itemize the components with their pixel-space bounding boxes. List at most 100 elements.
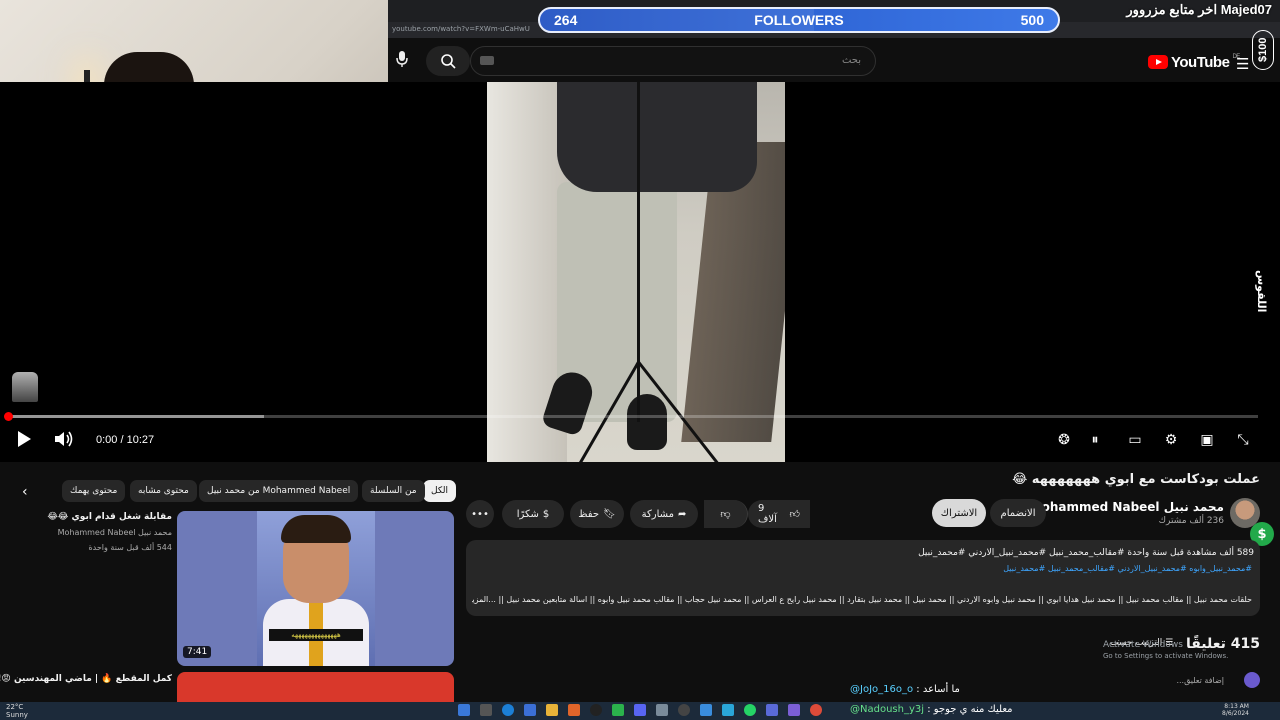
thanks-button[interactable]: شكرًا $ xyxy=(502,500,564,528)
subtitles-button[interactable]: ▭ xyxy=(1124,430,1146,450)
join-button[interactable]: الانضمام xyxy=(990,499,1046,527)
miniplayer-ai-button[interactable]: ❂ xyxy=(1053,430,1075,450)
chrome-icon[interactable] xyxy=(810,704,822,716)
thanks-label: شكرًا xyxy=(516,508,539,520)
chip-from-series[interactable]: من السلسلة xyxy=(362,480,425,502)
share-label: مشاركة xyxy=(641,508,674,520)
followers-current: 264 xyxy=(554,12,578,28)
chat-username: @Nadoush_y3j xyxy=(850,704,925,715)
join-label: الانضمام xyxy=(1000,507,1036,519)
donation-amount: $100 xyxy=(1252,30,1274,70)
search-button[interactable] xyxy=(426,46,470,76)
autoplay-toggle[interactable]: ⏸ xyxy=(1084,430,1106,450)
app-icon[interactable] xyxy=(612,704,624,716)
volume-button[interactable] xyxy=(54,430,74,450)
search-taskbar-icon[interactable] xyxy=(480,704,492,716)
app6-icon[interactable] xyxy=(788,704,800,716)
save-button[interactable]: حفظ 🔖︎ xyxy=(570,500,624,528)
search-input[interactable]: بحث xyxy=(470,46,876,76)
play-icon xyxy=(18,431,31,447)
sparkle-icon: ❂ xyxy=(1058,432,1070,448)
like-count: 9 آلاف xyxy=(758,503,777,525)
add-comment-input[interactable]: إضافة تعليق... xyxy=(1176,676,1224,685)
video-frame[interactable] xyxy=(487,82,785,462)
theater-icon: ▣ xyxy=(1200,432,1214,448)
screen: youtube.com/watch?v=FXWm-uCaHwU 264 FOLL… xyxy=(0,0,1280,720)
more-actions-button[interactable]: ••• xyxy=(466,500,494,528)
explorer-icon[interactable] xyxy=(546,704,558,716)
taskbar-clock[interactable]: 8:13 AM 8/6/2024 xyxy=(1222,703,1249,717)
volume-icon xyxy=(55,431,73,447)
followers-goal: 500 xyxy=(1020,12,1044,28)
channel-watermark-icon xyxy=(12,372,38,402)
telegram-icon[interactable] xyxy=(722,704,734,716)
chips-prev-arrow-icon[interactable]: ‹ xyxy=(22,484,28,500)
more-icon: ••• xyxy=(471,508,489,520)
subscribe-label: الاشتراك xyxy=(940,507,978,519)
brave-icon[interactable] xyxy=(568,704,580,716)
chip-related[interactable]: محتوى مشابه xyxy=(130,480,197,502)
search-icon xyxy=(441,54,456,69)
last-follower-label: اخر متابع مزروور Majed07 xyxy=(1126,2,1272,17)
recommended-duration: 7:41 xyxy=(183,646,212,658)
app4-icon[interactable] xyxy=(700,704,712,716)
save-label: حفظ xyxy=(578,508,600,520)
activate-windows-watermark: Activate Windows Go to Settings to activ… xyxy=(1103,640,1228,662)
clock-time: 8:13 AM xyxy=(1224,703,1249,710)
hamburger-menu-icon[interactable]: ☰ xyxy=(1236,55,1249,73)
recommended-title[interactable]: مقابلة شغل قدام ابوي 😂😂 xyxy=(47,512,172,522)
thumbnail-caption: ههههههههههههههه xyxy=(269,629,363,641)
theater-mode-button[interactable]: ▣ xyxy=(1196,430,1218,450)
youtube-logo[interactable]: YouTube DE xyxy=(1148,52,1240,72)
clock-date: 8/6/2024 xyxy=(1222,710,1249,717)
super-thanks-icon: $ xyxy=(542,508,550,520)
chat-text: : معليك منه ي جوجو xyxy=(924,704,1013,715)
time-display: 0:00 / 10:27 xyxy=(96,434,155,446)
voice-search-button[interactable] xyxy=(392,50,412,72)
start-icon[interactable] xyxy=(458,704,470,716)
recommended-thumbnail[interactable]: ههههههههههههههه xyxy=(177,511,454,666)
recommended-title-2[interactable]: كمل المقطع 🔥 | ماضي المهندسين 😡! xyxy=(0,674,172,684)
chip-all[interactable]: الكل xyxy=(423,480,457,502)
youtube-logo-text: YouTube xyxy=(1171,53,1230,71)
store-icon[interactable] xyxy=(524,704,536,716)
discord-icon[interactable] xyxy=(634,704,646,716)
weather-widget[interactable]: 22°C Sunny xyxy=(6,703,28,719)
settings-button[interactable]: ⚙ xyxy=(1160,430,1182,450)
vertical-overlay-label: اللقوس xyxy=(1255,270,1268,313)
share-button[interactable]: مشاركة ➦ xyxy=(630,500,698,528)
followers-goal-bar: 264 FOLLOWERS 500 xyxy=(538,7,1060,33)
microphone-icon xyxy=(396,51,408,67)
edge-icon[interactable] xyxy=(502,704,514,716)
weather-desc: Sunny xyxy=(6,711,28,719)
watermark-line-1: Activate Windows xyxy=(1103,640,1183,650)
pause-toggle-icon: ⏸ xyxy=(1091,432,1099,448)
progress-scrubber[interactable] xyxy=(4,412,13,421)
like-button[interactable]: 9 آلاف 👍︎ xyxy=(748,500,810,528)
keyboard-icon[interactable] xyxy=(480,56,494,65)
recommended-channel[interactable]: محمد نبيل Mohammed Nabeel xyxy=(58,528,172,537)
recommended-meta: 544 ألف قبل سنة واحدة xyxy=(88,543,172,552)
obs-icon[interactable] xyxy=(590,704,602,716)
play-button[interactable] xyxy=(16,430,34,450)
fullscreen-button[interactable]: ⤡ xyxy=(1232,430,1254,450)
user-avatar xyxy=(1244,672,1260,688)
whatsapp-icon[interactable] xyxy=(744,704,756,716)
channel-avatar[interactable] xyxy=(1230,498,1260,528)
video-title: عملت بودكاست مع ابوي هههههههه 😂 xyxy=(1012,472,1260,487)
app5-icon[interactable] xyxy=(766,704,778,716)
bookmark-icon: 🔖︎ xyxy=(603,508,616,520)
dislike-button[interactable]: 👎︎ xyxy=(704,500,748,528)
thumbs-up-icon: 👍︎ xyxy=(789,509,800,520)
app3-icon[interactable] xyxy=(678,704,690,716)
app2-icon[interactable] xyxy=(656,704,668,716)
chat-text: : ما أساعد xyxy=(913,684,960,695)
description-hashtags[interactable]: #محمد_نبيل_وابوه #محمد_نبيل_الاردني #مقا… xyxy=(1003,564,1252,573)
chip-from-channel[interactable]: من محمد نبيل Mohammed Nabeel xyxy=(199,480,359,502)
description-text[interactable]: حلقات محمد نبيل || مقالب محمد نبيل || مح… xyxy=(472,595,1252,604)
subscribe-button[interactable]: الاشتراك xyxy=(932,499,986,527)
channel-name[interactable]: محمد نبيل Mohammed Nabeel xyxy=(1030,500,1224,514)
recommended-thumbnail-2[interactable] xyxy=(177,672,454,702)
chip-for-you[interactable]: محتوى يهمك xyxy=(62,480,126,502)
chat-username: @JoJo_16o_o xyxy=(850,684,914,695)
